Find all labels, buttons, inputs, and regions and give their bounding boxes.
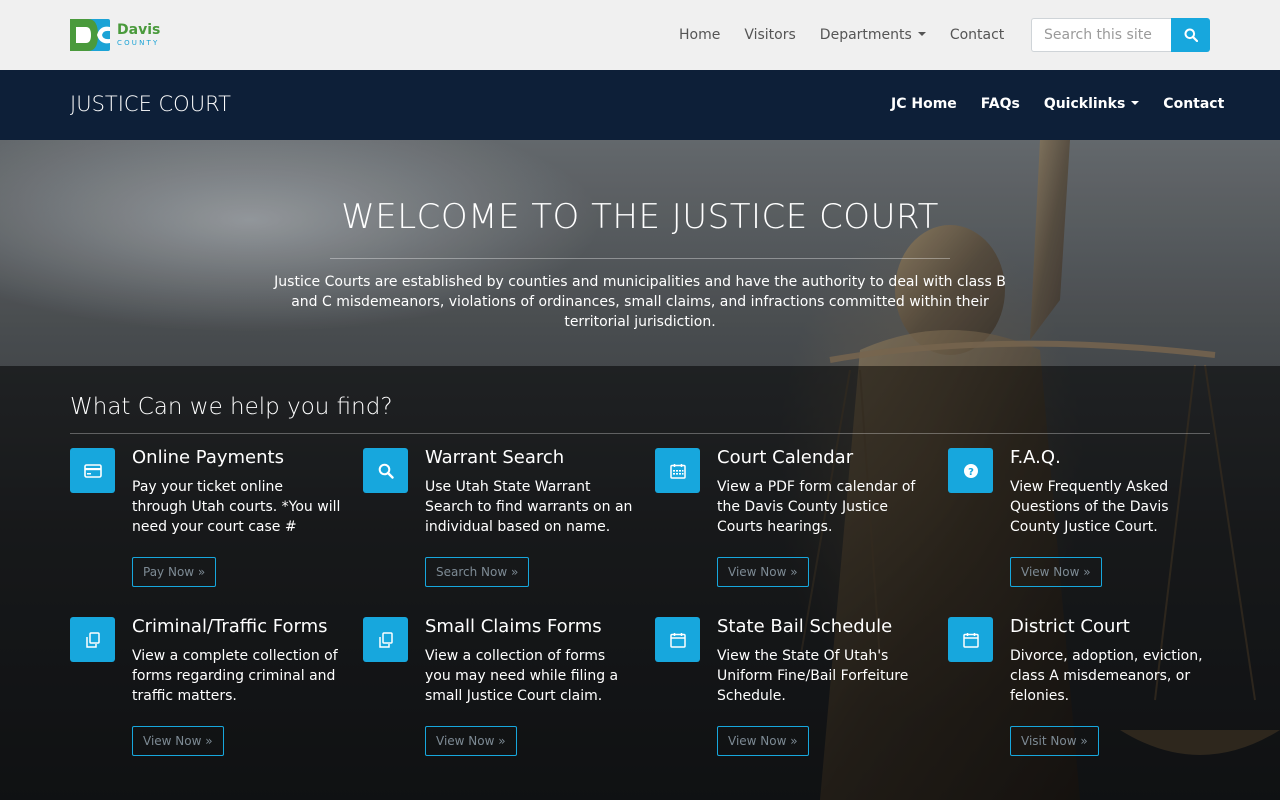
nav-home[interactable]: Home [679, 27, 720, 43]
search-input[interactable] [1031, 18, 1171, 52]
search-icon [363, 448, 408, 493]
subnav-quicklinks-dropdown[interactable]: Quicklinks [1043, 96, 1140, 112]
nav-departments-label: Departments [819, 27, 912, 43]
svg-text:?: ? [968, 467, 974, 478]
main-nav: Home Visitors Departments Contact [679, 24, 1004, 46]
card-title[interactable]: Court Calendar [717, 448, 927, 468]
card-title[interactable]: Small Claims Forms [425, 617, 635, 637]
subnav-faqs[interactable]: FAQs [981, 96, 1020, 112]
search-icon [1184, 28, 1198, 42]
card-body: State Bail Schedule View the State Of Ut… [717, 617, 927, 756]
page-title: WELCOME TO THE JUSTICE COURT [341, 197, 939, 237]
logo-name: Davis [117, 21, 161, 38]
davis-county-logo-mark-icon [70, 19, 110, 51]
card-title[interactable]: Criminal/Traffic Forms [132, 617, 342, 637]
credit-card-icon [70, 448, 115, 493]
divider [70, 433, 1210, 434]
davis-county-logo[interactable]: Davis COUNTY [70, 19, 180, 51]
card-title[interactable]: District Court [1010, 617, 1220, 637]
nav-visitors[interactable]: Visitors [744, 27, 795, 43]
welcome-band [0, 140, 1280, 366]
hero-section: WELCOME TO THE JUSTICE COURT Justice Cou… [0, 140, 1280, 800]
question-circle-icon: ? [948, 448, 993, 493]
card-title[interactable]: Warrant Search [425, 448, 635, 468]
help-section-title: What Can we help you find? [70, 394, 393, 420]
view-now-button[interactable]: View Now » [717, 726, 809, 756]
card-body: Court Calendar View a PDF form calendar … [717, 448, 927, 587]
view-now-button[interactable]: View Now » [132, 726, 224, 756]
subnav-quicklinks-label: Quicklinks [1043, 96, 1126, 112]
calendar-icon [948, 617, 993, 662]
search-now-button[interactable]: Search Now » [425, 557, 530, 587]
card-title[interactable]: F.A.Q. [1010, 448, 1220, 468]
subnav-contact[interactable]: Contact [1163, 96, 1224, 112]
card-description: View a PDF form calendar of the Davis Co… [717, 479, 916, 535]
department-header: JUSTICE COURT JC Home FAQs Quicklinks Co… [0, 70, 1280, 140]
card-description: Use Utah State Warrant Search to find wa… [425, 479, 633, 535]
card-description: View a complete collection of forms rega… [132, 648, 338, 704]
calendar-icon [655, 617, 700, 662]
view-now-button[interactable]: View Now » [1010, 557, 1102, 587]
logo-text: Davis COUNTY [117, 21, 161, 48]
card-description: View the State Of Utah's Uniform Fine/Ba… [717, 648, 909, 704]
search-button[interactable] [1171, 18, 1210, 52]
card-body: Warrant Search Use Utah State Warrant Se… [425, 448, 635, 587]
card-body: Online Payments Pay your ticket online t… [132, 448, 342, 587]
subnav-jc-home[interactable]: JC Home [891, 96, 957, 112]
card-description: Pay your ticket online through Utah cour… [132, 479, 341, 535]
view-now-button[interactable]: View Now » [717, 557, 809, 587]
pay-now-button[interactable]: Pay Now » [132, 557, 217, 587]
intro-text: Justice Courts are established by counti… [274, 274, 1006, 330]
card-description: View a collection of forms you may need … [425, 648, 619, 704]
caret-down-icon [917, 32, 926, 36]
visit-now-button[interactable]: Visit Now » [1010, 726, 1099, 756]
divider [330, 258, 950, 259]
card-title[interactable]: Online Payments [132, 448, 342, 468]
department-nav: JC Home FAQs Quicklinks Contact [891, 96, 1224, 112]
card-body: District Court Divorce, adoption, evicti… [1010, 617, 1220, 756]
calendar-grid-icon [655, 448, 700, 493]
card-body: Small Claims Forms View a collection of … [425, 617, 635, 756]
site-search-form [1031, 18, 1210, 52]
site-header: Davis COUNTY Home Visitors Departments C… [0, 0, 1280, 70]
card-body: F.A.Q. View Frequently Asked Questions o… [1010, 448, 1220, 587]
nav-departments-dropdown[interactable]: Departments [820, 27, 926, 43]
card-description: Divorce, adoption, eviction, class A mis… [1010, 648, 1203, 704]
copy-files-icon [363, 617, 408, 662]
card-body: Criminal/Traffic Forms View a complete c… [132, 617, 342, 756]
copy-files-icon [70, 617, 115, 662]
department-title[interactable]: JUSTICE COURT [70, 92, 231, 116]
card-title[interactable]: State Bail Schedule [717, 617, 927, 637]
view-now-button[interactable]: View Now » [425, 726, 517, 756]
card-description: View Frequently Asked Questions of the D… [1010, 479, 1169, 535]
caret-down-icon [1131, 101, 1140, 105]
nav-contact[interactable]: Contact [950, 27, 1004, 43]
logo-subtitle: COUNTY [117, 38, 160, 47]
